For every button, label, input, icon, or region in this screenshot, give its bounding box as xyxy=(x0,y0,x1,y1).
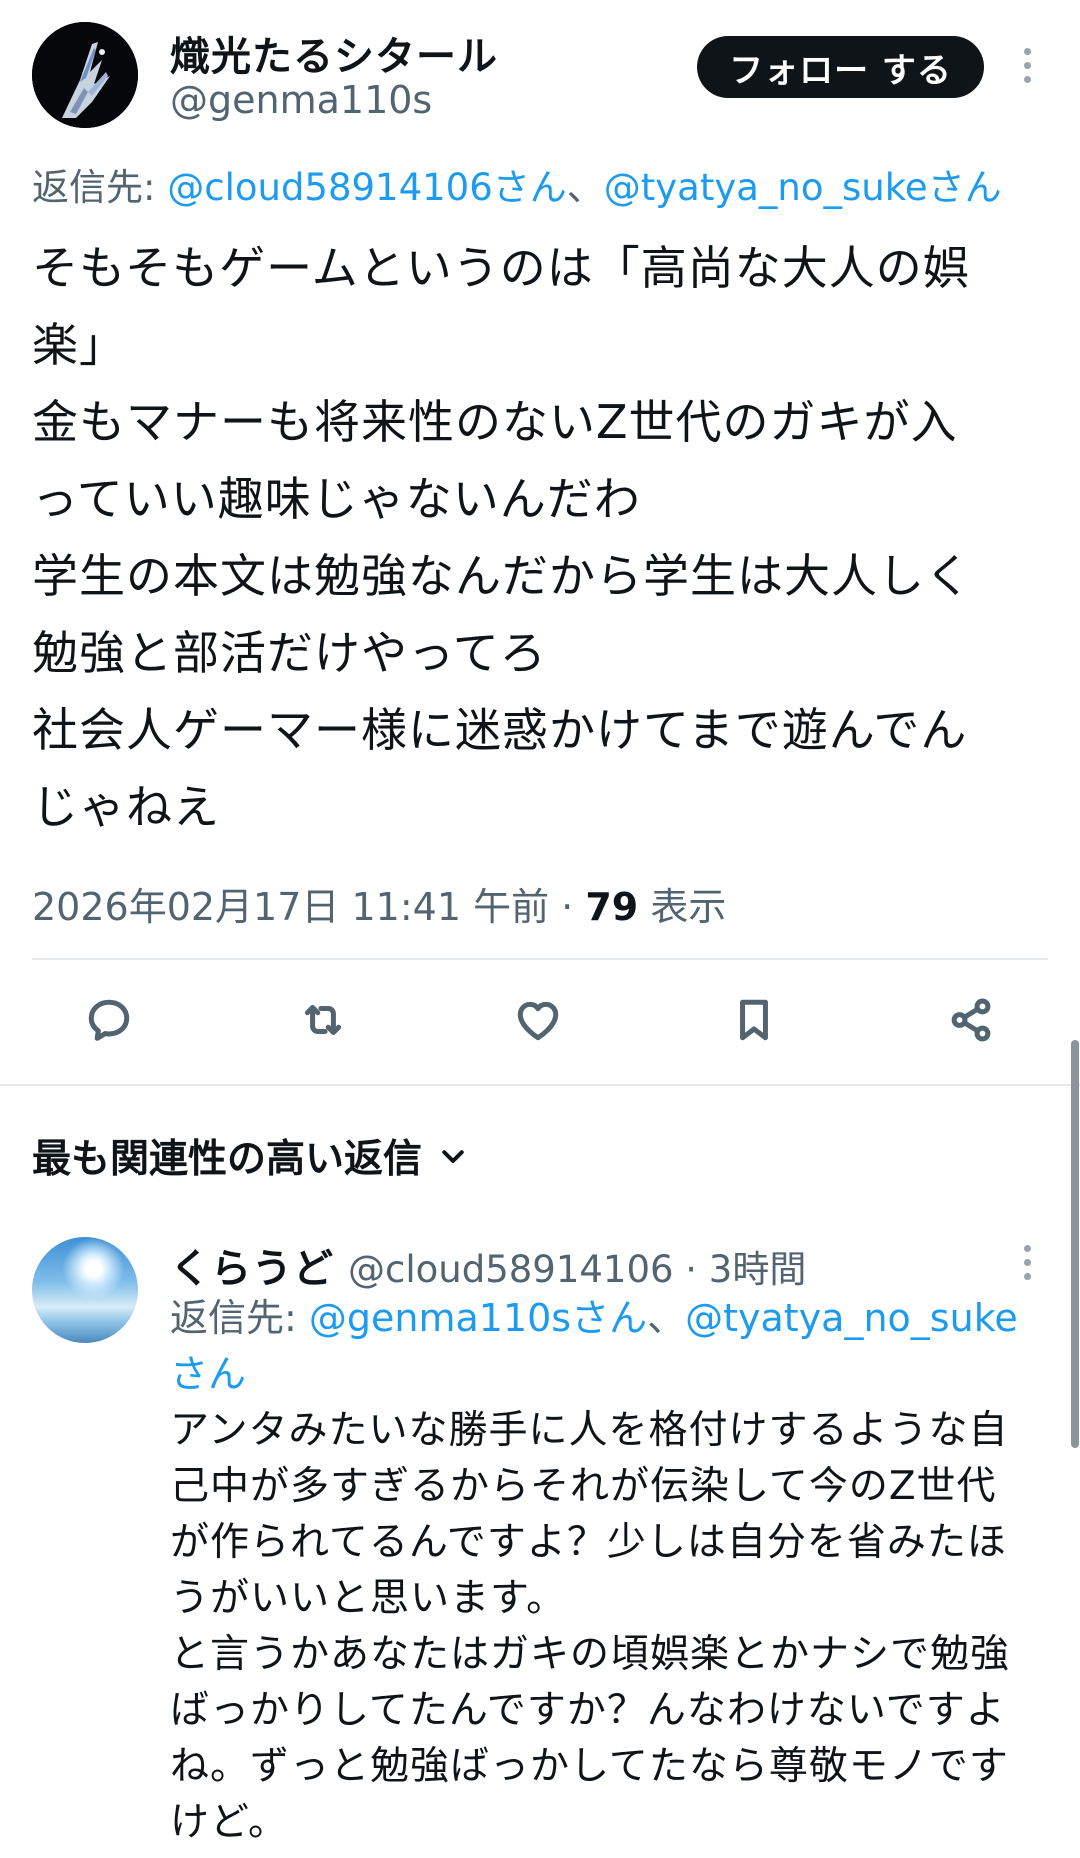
tweet-text-line: 楽」 xyxy=(32,318,126,372)
chevron-down-icon xyxy=(442,1150,464,1163)
meta-dot: · xyxy=(549,885,586,929)
reply-header: くらうど @cloud58914106 · 3時間 xyxy=(170,1236,806,1294)
reply-text-line: が作られてるんですよ？少しは自分を省みたほ xyxy=(170,1520,1007,1565)
reply-text-line: と言うかあなたはガキの頃娯楽とかナシで勉強 xyxy=(170,1632,1011,1677)
reply-to-prefix: 返信先: xyxy=(170,1296,309,1340)
bookmark-icon[interactable] xyxy=(722,988,786,1052)
share-icon[interactable] xyxy=(939,988,1003,1052)
reply-handle-time[interactable]: @cloud58914106 · 3時間 xyxy=(348,1239,806,1293)
reply-to-mention-tyatya[interactable]: @tyatya_no_suke xyxy=(685,1296,1018,1340)
reply-to-prefix: 返信先: xyxy=(32,166,168,209)
tweet-timestamp[interactable]: 2026年02月17日 11:41 午前 xyxy=(32,885,549,929)
reply-text-line: けど。 xyxy=(170,1800,289,1845)
reply-sort-label: 最も関連性の高い返信 xyxy=(32,1137,423,1182)
reply-text-line: ね。ずっと勉強ばっかしてたなら尊敬モノです xyxy=(170,1744,1009,1789)
reply-sort-dropdown[interactable]: 最も関連性の高い返信 xyxy=(32,1128,468,1184)
reply-to-separator: 、 xyxy=(566,166,604,209)
reply-reply-to-line: 返信先: @genma110sさん、@tyatya_no_suke さん xyxy=(170,1290,1018,1402)
reply-text-line: ばっかりしてたんですか？んなわけないですよ xyxy=(170,1688,1006,1733)
reply-to-line: 返信先: @cloud58914106さん、@tyatya_no_sukeさん xyxy=(32,157,1002,211)
tweet-text: そもそもゲームというのは「高尚な大人の娯 楽」 金もマナーも将来性のないZ世代の… xyxy=(32,230,1052,846)
more-options-icon[interactable] xyxy=(1020,48,1034,83)
tweet-text-line: じゃねえ xyxy=(32,780,220,834)
tweet-text-line: そもそもゲームというのは「高尚な大人の娯 xyxy=(32,241,970,295)
reply-icon[interactable] xyxy=(77,988,141,1052)
tweet-text-line: 勉強と部活だけやってろ xyxy=(32,626,547,680)
tweet-text-line: 社会人ゲーマー様に迷惑かけてまで遊んでん xyxy=(32,703,968,757)
reply-text-line: うがいいと思います。 xyxy=(170,1576,567,1621)
reply-text-line: アンタみたいな勝手に人を格付けするような自 xyxy=(170,1408,1009,1453)
more-options-icon[interactable] xyxy=(1020,1245,1034,1280)
tweet-text-line: 金もマナーも将来性のないZ世代のガキが入 xyxy=(32,395,958,449)
reply-text: アンタみたいな勝手に人を格付けするような自 己中が多すぎるからそれが伝染して今の… xyxy=(170,1403,1050,1851)
reply-to-mention-suffix[interactable]: さん xyxy=(170,1352,246,1396)
reply-author-name[interactable]: くらうど xyxy=(170,1236,334,1294)
tweet-text-line: っていい趣味じゃないんだわ xyxy=(32,472,641,526)
tweet-text-line: 学生の本文は勉強なんだから学生は大人しく xyxy=(32,549,972,603)
author-avatar[interactable] xyxy=(32,22,138,128)
scrollbar[interactable] xyxy=(1071,1040,1079,1448)
reply-to-separator: 、 xyxy=(647,1296,686,1340)
avatar-artwork xyxy=(32,22,138,128)
reply-to-mention-tyatya[interactable]: @tyatya_no_sukeさん xyxy=(604,166,1002,209)
divider xyxy=(0,1084,1080,1086)
reply-to-mention-genma[interactable]: @genma110sさん xyxy=(309,1296,647,1340)
divider xyxy=(32,958,1048,960)
reply-to-mention-cloud[interactable]: @cloud58914106さん xyxy=(167,166,567,209)
follow-button[interactable]: フォロー する xyxy=(697,36,984,98)
views-label: 表示 xyxy=(638,885,727,929)
reply-text-line: 己中が多すぎるからそれが伝染して今のZ世代 xyxy=(170,1464,997,1509)
reply-avatar[interactable] xyxy=(32,1237,138,1343)
like-icon[interactable] xyxy=(506,988,570,1052)
retweet-icon[interactable] xyxy=(291,988,355,1052)
views-count: 79 xyxy=(585,885,639,929)
author-handle[interactable]: @genma110s xyxy=(170,78,432,122)
author-name[interactable]: 熾光たるシタール xyxy=(170,24,498,82)
tweet-meta: 2026年02月17日 11:41 午前 · 79 表示 xyxy=(32,876,726,931)
